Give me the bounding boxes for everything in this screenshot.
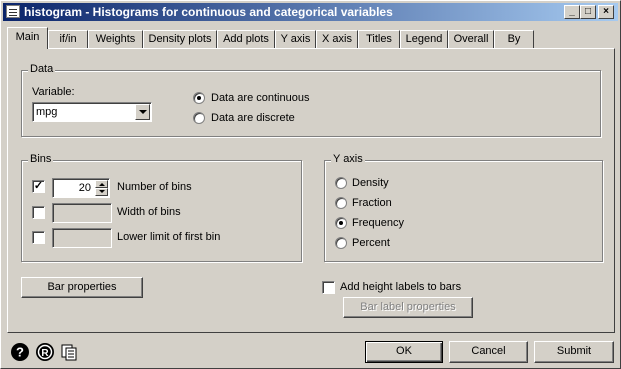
cancel-button[interactable]: Cancel bbox=[449, 341, 528, 363]
close-button[interactable]: × bbox=[598, 5, 614, 19]
width-of-bins-field[interactable] bbox=[52, 203, 112, 223]
minimize-button[interactable]: _ bbox=[564, 5, 580, 19]
bins-group-label: Bins bbox=[28, 153, 54, 165]
density-label: Density bbox=[352, 177, 389, 189]
variable-dropdown[interactable]: mpg bbox=[32, 102, 152, 122]
continuous-label: Data are continuous bbox=[211, 92, 310, 104]
lower-limit-field[interactable] bbox=[52, 228, 112, 248]
tab-density-plots[interactable]: Density plots bbox=[143, 30, 217, 48]
percent-label: Percent bbox=[352, 237, 390, 249]
height-labels-label: Add height labels to bars bbox=[340, 281, 462, 293]
number-of-bins-label: Number of bins bbox=[117, 181, 192, 193]
continuous-radio[interactable] bbox=[193, 92, 205, 104]
tab-if-in[interactable]: if/in bbox=[48, 30, 88, 48]
height-labels-checkbox[interactable] bbox=[322, 281, 335, 294]
number-of-bins-spinner[interactable]: 20 bbox=[52, 178, 110, 198]
yaxis-group-label: Y axis bbox=[331, 153, 365, 165]
bins-group: Bins ✓ 20 Number of bins Width of bins L… bbox=[21, 153, 302, 262]
help-icon[interactable]: ? bbox=[10, 342, 30, 362]
tab-add-plots[interactable]: Add plots bbox=[217, 30, 275, 48]
tab-main[interactable]: Main bbox=[7, 27, 48, 49]
tab-by[interactable]: By bbox=[494, 30, 534, 48]
yaxis-group: Y axis Density Fraction Frequency Percen… bbox=[324, 153, 603, 262]
data-group: Data Variable: mpg Data are continuous D… bbox=[21, 63, 601, 137]
fraction-label: Fraction bbox=[352, 197, 392, 209]
fraction-radio[interactable] bbox=[335, 197, 347, 209]
submit-button[interactable]: Submit bbox=[534, 341, 614, 363]
tab-x-axis[interactable]: X axis bbox=[316, 30, 358, 48]
bar-properties-button[interactable]: Bar properties bbox=[21, 277, 143, 298]
spinner-arrows[interactable] bbox=[95, 180, 108, 196]
spin-up-icon[interactable] bbox=[95, 180, 108, 188]
copy-command-icon[interactable] bbox=[59, 342, 79, 362]
spin-down-icon[interactable] bbox=[95, 188, 108, 196]
tab-weights[interactable]: Weights bbox=[88, 30, 143, 48]
svg-text:?: ? bbox=[16, 345, 24, 360]
svg-text:R: R bbox=[41, 348, 49, 359]
width-of-bins-label: Width of bins bbox=[117, 206, 181, 218]
maximize-button[interactable]: □ bbox=[580, 5, 596, 19]
bar-label-properties-button[interactable]: Bar label properties bbox=[343, 297, 473, 318]
tab-legend[interactable]: Legend bbox=[400, 30, 448, 48]
width-of-bins-checkbox[interactable] bbox=[32, 206, 45, 219]
frequency-radio[interactable] bbox=[335, 217, 347, 229]
percent-radio[interactable] bbox=[335, 237, 347, 249]
dialog-window: histogram - Histograms for continuous an… bbox=[0, 0, 621, 369]
window-title: histogram - Histograms for continuous an… bbox=[24, 5, 393, 19]
tab-titles[interactable]: Titles bbox=[358, 30, 400, 48]
lower-limit-checkbox[interactable] bbox=[32, 231, 45, 244]
density-radio[interactable] bbox=[335, 177, 347, 189]
variable-label: Variable: bbox=[32, 86, 75, 98]
app-icon bbox=[6, 5, 20, 18]
tab-y-axis[interactable]: Y axis bbox=[275, 30, 316, 48]
ok-button[interactable]: OK bbox=[365, 341, 443, 363]
reset-icon[interactable]: R bbox=[35, 342, 55, 362]
data-group-label: Data bbox=[28, 63, 56, 75]
title-bar: histogram - Histograms for continuous an… bbox=[3, 3, 618, 21]
number-of-bins-checkbox[interactable]: ✓ bbox=[32, 180, 45, 193]
discrete-label: Data are discrete bbox=[211, 112, 295, 124]
lower-limit-label: Lower limit of first bin bbox=[117, 231, 221, 243]
discrete-radio[interactable] bbox=[193, 112, 205, 124]
tab-overall[interactable]: Overall bbox=[448, 30, 494, 48]
dropdown-arrow-icon[interactable] bbox=[135, 104, 150, 120]
number-of-bins-value: 20 bbox=[78, 182, 91, 194]
frequency-label: Frequency bbox=[352, 217, 404, 229]
main-tab-panel: Data Variable: mpg Data are continuous D… bbox=[7, 48, 615, 333]
variable-value: mpg bbox=[36, 106, 58, 118]
